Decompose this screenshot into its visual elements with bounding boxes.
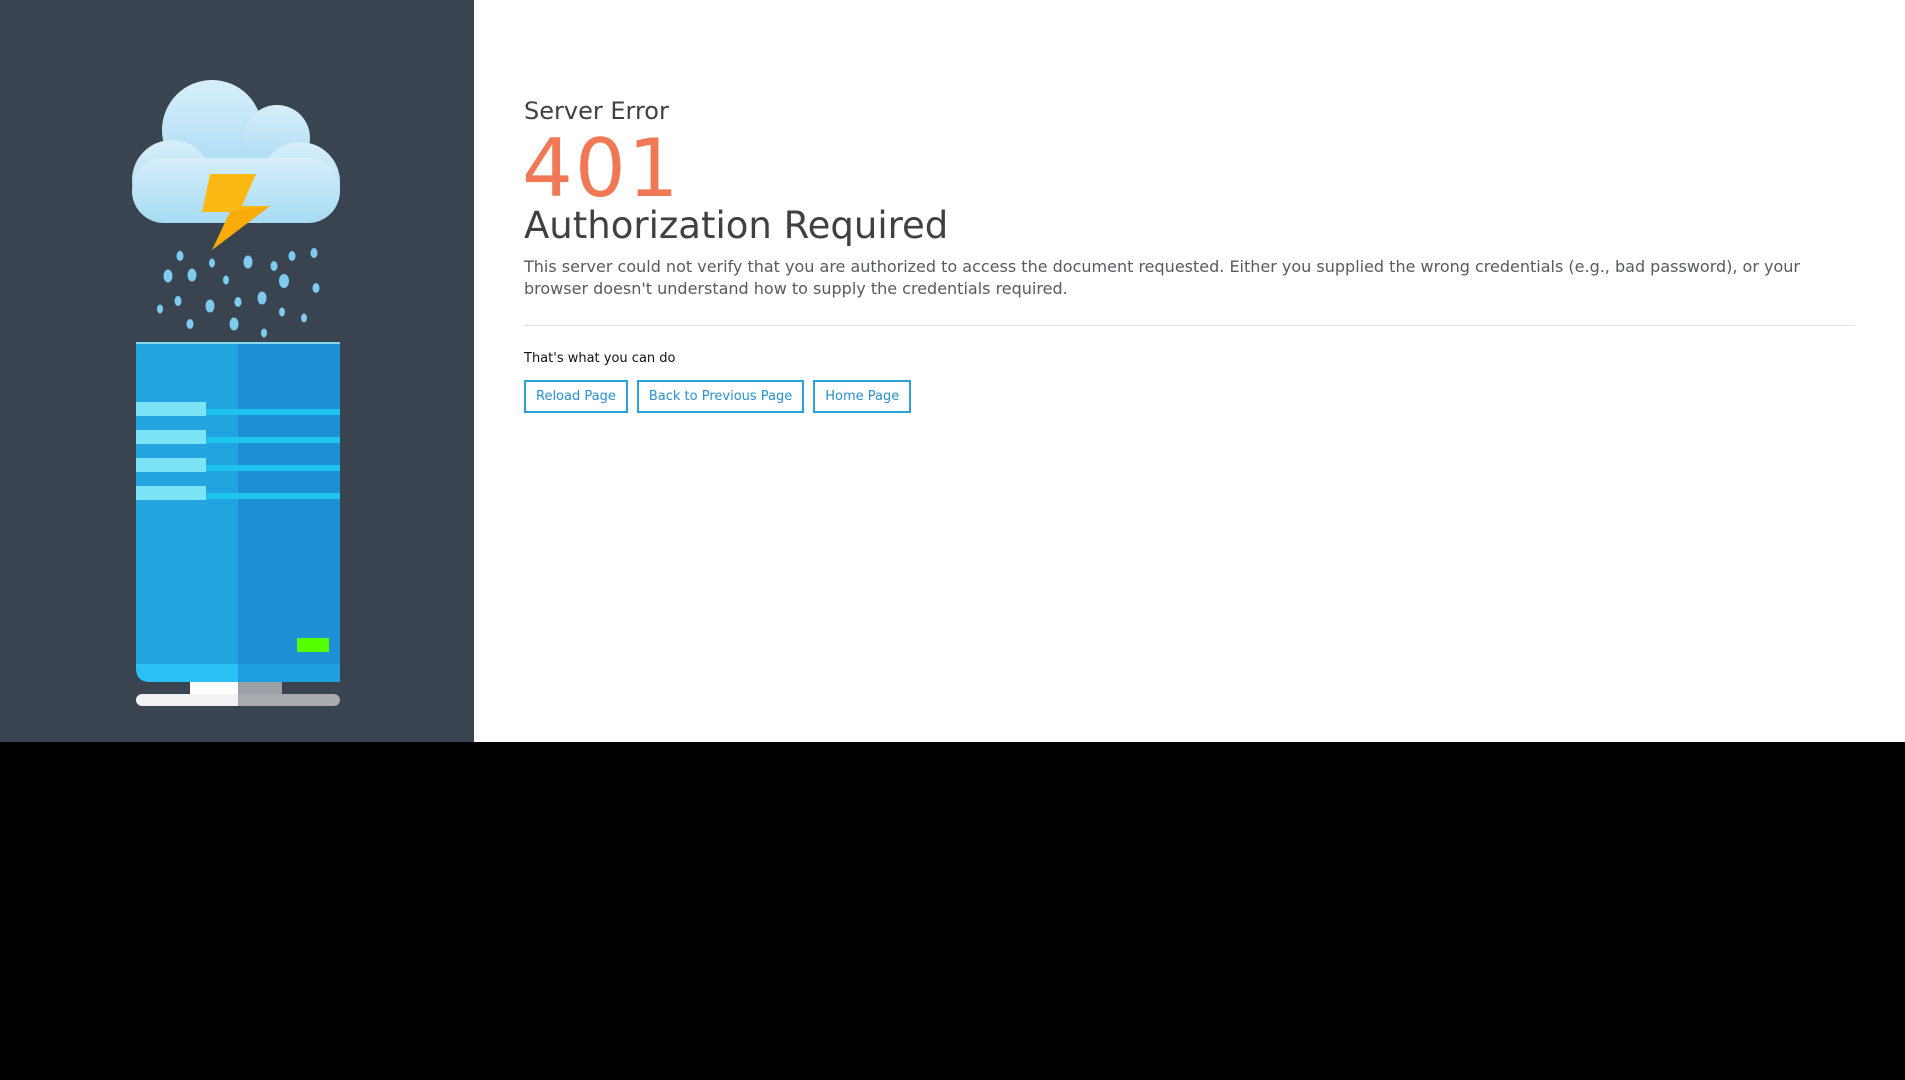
error-page: Server Error 401 Authorization Required … xyxy=(0,0,1905,742)
rain-drops-icon xyxy=(157,248,320,338)
divider xyxy=(524,325,1855,326)
server-icon xyxy=(136,342,340,682)
server-stand-icon xyxy=(136,682,340,706)
actions-intro: That's what you can do xyxy=(524,351,676,366)
action-buttons: Reload Page Back to Previous Page Home P… xyxy=(524,380,912,413)
illustration-panel xyxy=(0,0,474,742)
error-content: Server Error 401 Authorization Required … xyxy=(474,0,1905,742)
error-description: This server could not verify that you ar… xyxy=(524,257,1800,298)
error-title: Authorization Required xyxy=(524,204,949,247)
back-to-previous-page-button[interactable]: Back to Previous Page xyxy=(636,380,805,413)
storm-cloud-server-icon xyxy=(132,80,340,706)
error-code: 401 xyxy=(522,122,681,215)
home-page-button[interactable]: Home Page xyxy=(813,380,912,413)
reload-page-button[interactable]: Reload Page xyxy=(524,380,628,413)
